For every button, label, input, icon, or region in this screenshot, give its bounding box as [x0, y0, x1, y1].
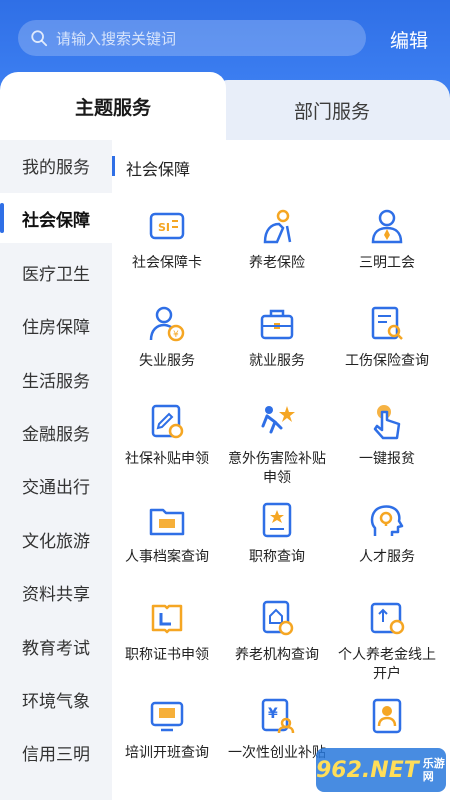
badge-icon [372, 698, 402, 734]
site-watermark: 962.NET 乐游网 [316, 748, 446, 792]
service-trade-union[interactable]: 三明工会 [332, 206, 442, 302]
sidebar-item-my-services[interactable]: 我的服务 [0, 140, 112, 190]
service-label: 养老保险 [249, 255, 305, 271]
accident-insurance-icon [261, 406, 295, 434]
service-employment[interactable]: 就业服务 [222, 304, 332, 400]
service-label: 养老机构查询 [235, 647, 319, 663]
service-social-security-card[interactable]: SI 社会保障卡 [112, 206, 222, 302]
section-marker [112, 156, 115, 176]
subsidy-application-icon [151, 404, 184, 439]
pension-insurance-icon [263, 209, 292, 244]
service-label: 职称证书申领 [125, 647, 209, 663]
service-label: 一键报贫 [359, 451, 415, 467]
svg-text:SI: SI [158, 221, 170, 234]
service-subsidy-application[interactable]: 社保补贴申领 [112, 402, 222, 498]
service-label: 三明工会 [359, 255, 415, 271]
service-talent[interactable]: 人才服务 [332, 500, 442, 596]
svg-text:¥: ¥ [173, 330, 179, 340]
service-label: 个人养老金线上开户 [338, 647, 436, 682]
work-injury-query-icon [371, 306, 403, 340]
employment-service-icon [260, 309, 294, 340]
service-label: 培训开班查询 [125, 745, 209, 761]
sidebar-item-healthcare[interactable]: 医疗卫生 [0, 247, 112, 297]
svg-text:¥: ¥ [268, 706, 278, 722]
service-one-click-report[interactable]: 一键报贫 [332, 402, 442, 498]
service-label: 工伤保险查询 [345, 353, 429, 369]
professional-title-icon [262, 502, 292, 538]
sidebar-item-credit[interactable]: 信用三明 [0, 727, 112, 777]
tab-department-services[interactable]: 部门服务 [214, 80, 450, 140]
sidebar-item-environment[interactable]: 环境气象 [0, 674, 112, 724]
tab-theme-services[interactable]: 主题服务 [0, 72, 226, 140]
edit-button[interactable]: 编辑 [390, 26, 428, 53]
service-label: 社会保障卡 [132, 255, 202, 271]
watermark-subtext: 乐游网 [422, 757, 445, 783]
search-bar[interactable]: 请输入搜索关键词 [18, 20, 366, 56]
service-personnel-archive[interactable]: 人事档案查询 [112, 500, 222, 596]
service-pension-insurance[interactable]: 养老保险 [222, 206, 332, 302]
service-personal-pension-account[interactable]: 个人养老金线上开户 [332, 598, 442, 694]
personnel-archive-icon [149, 508, 185, 536]
service-content: 社会保障 SI 社会保障卡 养老保险 三明工会 ¥ 失业服务 就业服务 工伤保险… [112, 140, 450, 800]
search-input[interactable]: 请输入搜索关键词 [56, 28, 176, 49]
training-class-icon [150, 701, 184, 732]
elderly-care-institution-icon [262, 600, 294, 636]
service-work-injury-query[interactable]: 工伤保险查询 [332, 304, 442, 400]
sidebar-item-culture-tourism[interactable]: 文化旅游 [0, 514, 112, 564]
service-tabs: 部门服务 主题服务 [0, 72, 450, 140]
trade-union-icon [371, 209, 403, 244]
social-security-card-icon: SI [149, 212, 185, 240]
service-label: 意外伤害险补贴申领 [228, 451, 326, 486]
service-label: 职称查询 [249, 549, 305, 565]
sidebar-item-education[interactable]: 教育考试 [0, 621, 112, 671]
personal-pension-account-icon [370, 602, 405, 635]
service-accident-insurance[interactable]: 意外伤害险补贴申领 [222, 402, 332, 498]
service-label: 社保补贴申领 [125, 451, 209, 467]
sidebar-item-finance[interactable]: 金融服务 [0, 407, 112, 457]
category-sidebar: 我的服务 社会保障 医疗卫生 住房保障 生活服务 金融服务 交通出行 文化旅游 … [0, 140, 112, 800]
service-unemployment[interactable]: ¥ 失业服务 [112, 304, 222, 400]
service-title-certificate[interactable]: 职称证书申领 [112, 598, 222, 694]
one-click-report-icon [373, 405, 401, 440]
sidebar-item-housing[interactable]: 住房保障 [0, 300, 112, 350]
sidebar-item-data-sharing[interactable]: 资料共享 [0, 567, 112, 617]
service-professional-title[interactable]: 职称查询 [222, 500, 332, 596]
service-elderly-care-institution[interactable]: 养老机构查询 [222, 598, 332, 694]
tab-label: 部门服务 [293, 100, 370, 123]
sidebar-item-transport[interactable]: 交通出行 [0, 460, 112, 510]
service-label: 失业服务 [139, 353, 195, 369]
title-certificate-icon [151, 604, 183, 634]
sidebar-item-life-services[interactable]: 生活服务 [0, 354, 112, 404]
watermark-text: 962.NET [316, 757, 419, 783]
search-icon [31, 30, 48, 47]
talent-service-icon [370, 505, 404, 536]
unemployment-service-icon: ¥ [149, 306, 185, 342]
service-label: 人事档案查询 [125, 549, 209, 565]
service-label: 人才服务 [359, 549, 415, 565]
tab-label: 主题服务 [74, 96, 151, 119]
startup-subsidy-icon: ¥ [261, 698, 295, 734]
sidebar-item-social-security[interactable]: 社会保障 [0, 193, 112, 243]
service-training-class[interactable]: 培训开班查询 [112, 696, 222, 792]
section-title: 社会保障 [126, 160, 191, 179]
service-label: 就业服务 [249, 353, 305, 369]
